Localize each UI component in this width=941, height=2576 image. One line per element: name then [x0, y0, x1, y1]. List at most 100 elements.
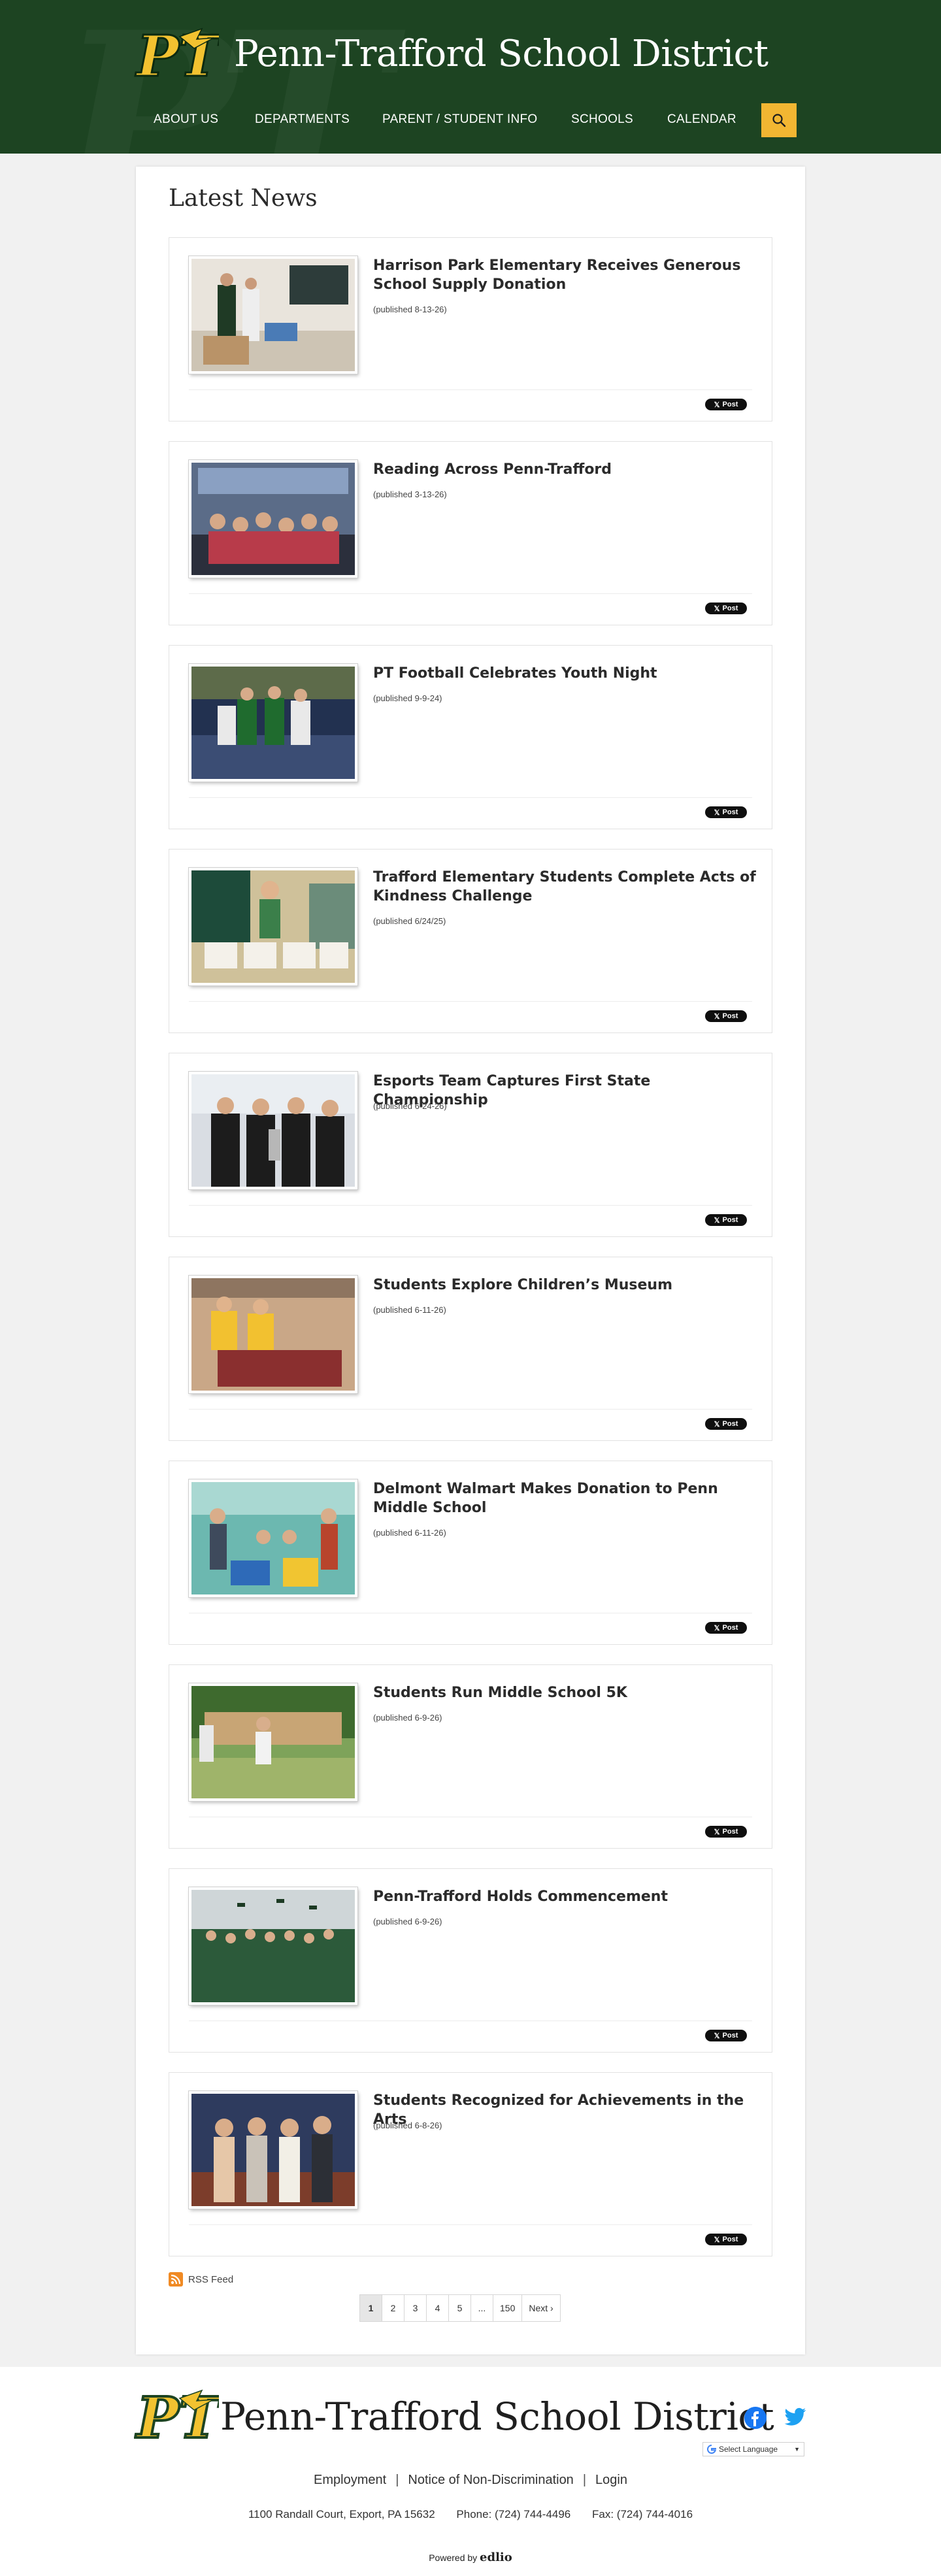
- news-card: Trafford Elementary Students Complete Ac…: [169, 849, 772, 1033]
- x-icon: 𝕏: [714, 2236, 720, 2244]
- news-title[interactable]: Penn-Trafford Holds Commencement: [373, 1887, 759, 1906]
- site-title[interactable]: Penn-Trafford School District: [234, 33, 768, 75]
- footer-links: Employment | Notice of Non-Discrimination |…: [0, 2473, 941, 2488]
- powered-by[interactable]: Powered by edlio: [0, 2551, 941, 2564]
- news-card: Harrison Park Elementary Receives Genero…: [169, 237, 772, 421]
- card-divider: [189, 1001, 752, 1002]
- next-page-button[interactable]: Next ›: [522, 2295, 560, 2321]
- edlio-logo: edlio: [480, 2551, 512, 2564]
- news-card: Penn-Trafford Holds Commencement (publis…: [169, 1868, 772, 2053]
- page-4[interactable]: 4: [427, 2295, 449, 2321]
- news-thumbnail[interactable]: [189, 868, 357, 985]
- separator: |: [395, 2473, 399, 2487]
- x-icon: 𝕏: [714, 1828, 720, 1836]
- separator: |: [582, 2473, 587, 2487]
- x-icon: 𝕏: [714, 2032, 720, 2040]
- search-button[interactable]: [761, 103, 797, 137]
- nav-parent-student-info[interactable]: PARENT / STUDENT INFO: [382, 112, 538, 127]
- news-thumbnail[interactable]: [189, 1887, 357, 2005]
- x-post-button[interactable]: 𝕏 Post: [705, 1418, 747, 1430]
- news-thumbnail[interactable]: [189, 1072, 357, 1189]
- news-date: (published 6/24/25): [373, 916, 446, 926]
- post-label: Post: [722, 1828, 738, 1836]
- footer-title: Penn-Trafford School District: [220, 2394, 774, 2439]
- x-icon: 𝕏: [714, 1624, 720, 1632]
- news-title[interactable]: Delmont Walmart Makes Donation to Penn M…: [373, 1479, 759, 1517]
- x-post-button[interactable]: 𝕏 Post: [705, 399, 747, 410]
- x-post-button[interactable]: 𝕏 Post: [705, 603, 747, 614]
- news-thumbnail[interactable]: [189, 1479, 357, 1597]
- post-label: Post: [722, 1420, 738, 1428]
- news-container: Latest News Harrison Park Elementary Rec…: [136, 167, 805, 2354]
- footer-link-login[interactable]: Login: [595, 2473, 627, 2487]
- news-thumbnail[interactable]: [189, 460, 357, 578]
- card-divider: [189, 797, 752, 798]
- x-post-button[interactable]: 𝕏 Post: [705, 806, 747, 818]
- footer-fax: Fax: (724) 744-4016: [592, 2508, 693, 2520]
- x-post-button[interactable]: 𝕏 Post: [705, 1010, 747, 1022]
- search-icon: [772, 114, 786, 127]
- card-divider: [189, 1409, 752, 1410]
- footer-address: 1100 Randall Court, Export, PA 15632: [248, 2508, 435, 2520]
- news-date: (published 6-11-26): [373, 1305, 446, 1315]
- news-title[interactable]: Students Explore Children’s Museum: [373, 1276, 759, 1295]
- x-icon: 𝕏: [714, 604, 720, 613]
- x-post-button[interactable]: 𝕏 Post: [705, 2030, 747, 2041]
- district-logo[interactable]: PT: [134, 25, 219, 87]
- nav-calendar[interactable]: CALENDAR: [667, 112, 736, 127]
- google-icon: [707, 2445, 716, 2454]
- x-post-button[interactable]: 𝕏 Post: [705, 2234, 747, 2245]
- card-divider: [189, 593, 752, 594]
- rss-feed-link[interactable]: RSS Feed: [169, 2272, 233, 2287]
- x-icon: 𝕏: [714, 1012, 720, 1021]
- post-label: Post: [722, 1624, 738, 1632]
- news-title[interactable]: PT Football Celebrates Youth Night: [373, 664, 759, 683]
- footer-phone[interactable]: Phone: (724) 744-4496: [456, 2508, 570, 2520]
- twitter-icon[interactable]: [784, 2407, 806, 2427]
- pagination: 1 2 3 4 5 ... 150 Next ›: [359, 2294, 561, 2322]
- news-card: PT Football Celebrates Youth Night (publ…: [169, 645, 772, 829]
- x-post-button[interactable]: 𝕏 Post: [705, 1622, 747, 1634]
- news-thumbnail[interactable]: [189, 256, 357, 374]
- nav-schools[interactable]: SCHOOLS: [571, 112, 633, 127]
- x-icon: 𝕏: [714, 1216, 720, 1225]
- nav-departments[interactable]: DEPARTMENTS: [255, 112, 350, 127]
- site-footer: PT Penn-Trafford School District Select …: [0, 2367, 941, 2576]
- facebook-icon[interactable]: [744, 2406, 767, 2430]
- post-label: Post: [722, 808, 738, 816]
- page-3[interactable]: 3: [404, 2295, 427, 2321]
- x-post-button[interactable]: 𝕏 Post: [705, 1826, 747, 1838]
- powered-by-label: Powered by: [429, 2552, 478, 2563]
- site-header: PT PT Penn-Trafford School District ABOU…: [0, 0, 941, 154]
- page-2[interactable]: 2: [382, 2295, 404, 2321]
- page-1[interactable]: 1: [360, 2295, 382, 2321]
- chevron-down-icon: ▼: [794, 2446, 800, 2452]
- news-thumbnail[interactable]: [189, 2091, 357, 2209]
- x-post-button[interactable]: 𝕏 Post: [705, 1214, 747, 1226]
- news-date: (published 3-13-26): [373, 489, 447, 499]
- footer-link-employment[interactable]: Employment: [314, 2473, 386, 2487]
- news-thumbnail[interactable]: [189, 1683, 357, 1801]
- news-thumbnail[interactable]: [189, 1276, 357, 1393]
- page-5[interactable]: 5: [449, 2295, 471, 2321]
- news-date: (published 6-9-26): [373, 1917, 442, 1926]
- news-title[interactable]: Harrison Park Elementary Receives Genero…: [373, 256, 759, 294]
- news-date: (published 6-24-26): [373, 1101, 447, 1111]
- news-card: Students Explore Children’s Museum (publ…: [169, 1257, 772, 1441]
- news-title[interactable]: Reading Across Penn-Trafford: [373, 460, 759, 479]
- page-150[interactable]: 150: [493, 2295, 523, 2321]
- footer-logo[interactable]: PT: [134, 2386, 219, 2449]
- language-select[interactable]: Select Language ▼: [702, 2442, 804, 2456]
- news-thumbnail[interactable]: [189, 664, 357, 782]
- x-icon: 𝕏: [714, 1420, 720, 1428]
- language-select-label: Select Language: [719, 2445, 778, 2454]
- nav-about-us[interactable]: ABOUT US: [154, 112, 218, 127]
- footer-link-non-discrimination[interactable]: Notice of Non-Discrimination: [408, 2473, 573, 2487]
- post-label: Post: [722, 1216, 738, 1224]
- news-card: Students Run Middle School 5K (published…: [169, 1664, 772, 1849]
- news-title[interactable]: Trafford Elementary Students Complete Ac…: [373, 868, 759, 906]
- card-divider: [189, 1205, 752, 1206]
- post-label: Post: [722, 2236, 738, 2243]
- page-ellipsis: ...: [471, 2295, 493, 2321]
- news-title[interactable]: Students Run Middle School 5K: [373, 1683, 759, 1702]
